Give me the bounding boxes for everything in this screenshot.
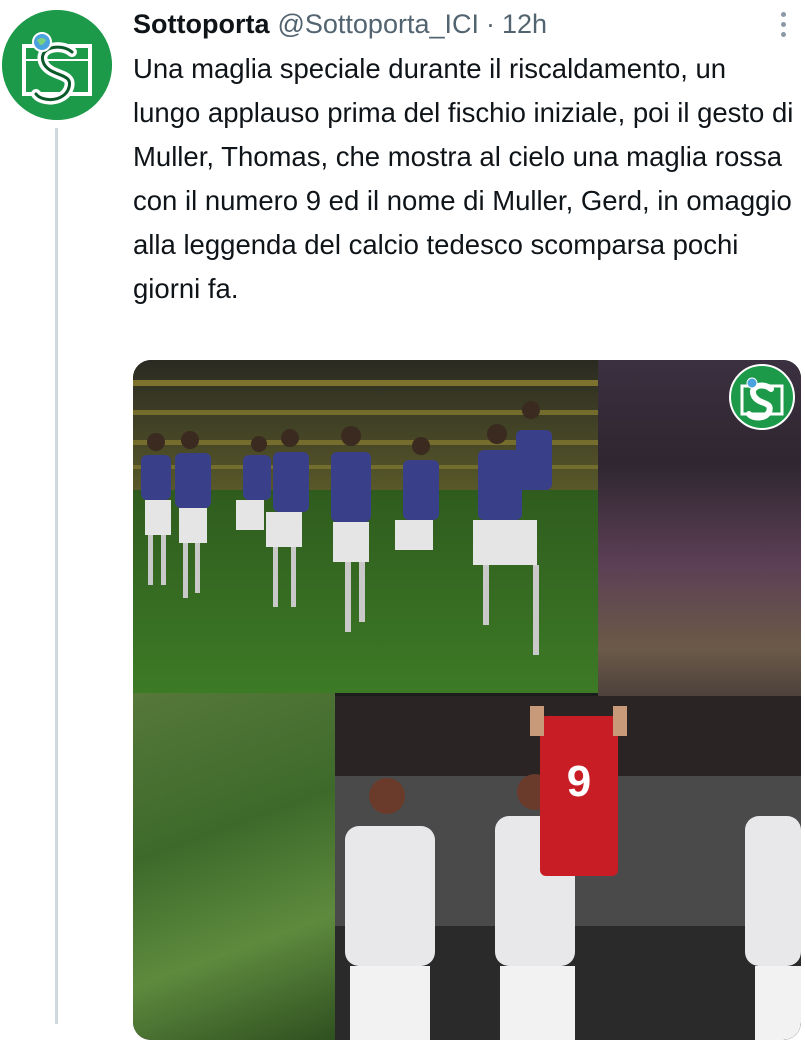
more-dots-icon[interactable] <box>775 10 791 40</box>
warmup-photo[interactable] <box>133 360 598 693</box>
shirt-number: 9 <box>567 757 591 806</box>
avatar-column <box>0 0 120 1024</box>
tribute-photo[interactable]: 9 <box>335 696 801 1040</box>
thread-line <box>55 128 58 1024</box>
separator: · <box>486 8 495 39</box>
avatar[interactable] <box>2 10 112 120</box>
media-gallery[interactable]: 9 <box>133 360 801 1040</box>
tweet-header: Sottoporta @Sottoporta_ICI · 12h <box>133 6 547 42</box>
blurred-image-left <box>133 693 335 1040</box>
user-handle[interactable]: @Sottoporta_ICI <box>277 9 479 40</box>
sottoporta-logo <box>2 10 112 120</box>
timestamp[interactable]: 12h <box>502 9 547 40</box>
display-name[interactable]: Sottoporta <box>133 9 269 40</box>
watermark-logo <box>729 364 795 430</box>
tweet-text: Una maglia speciale durante il riscaldam… <box>133 53 794 304</box>
